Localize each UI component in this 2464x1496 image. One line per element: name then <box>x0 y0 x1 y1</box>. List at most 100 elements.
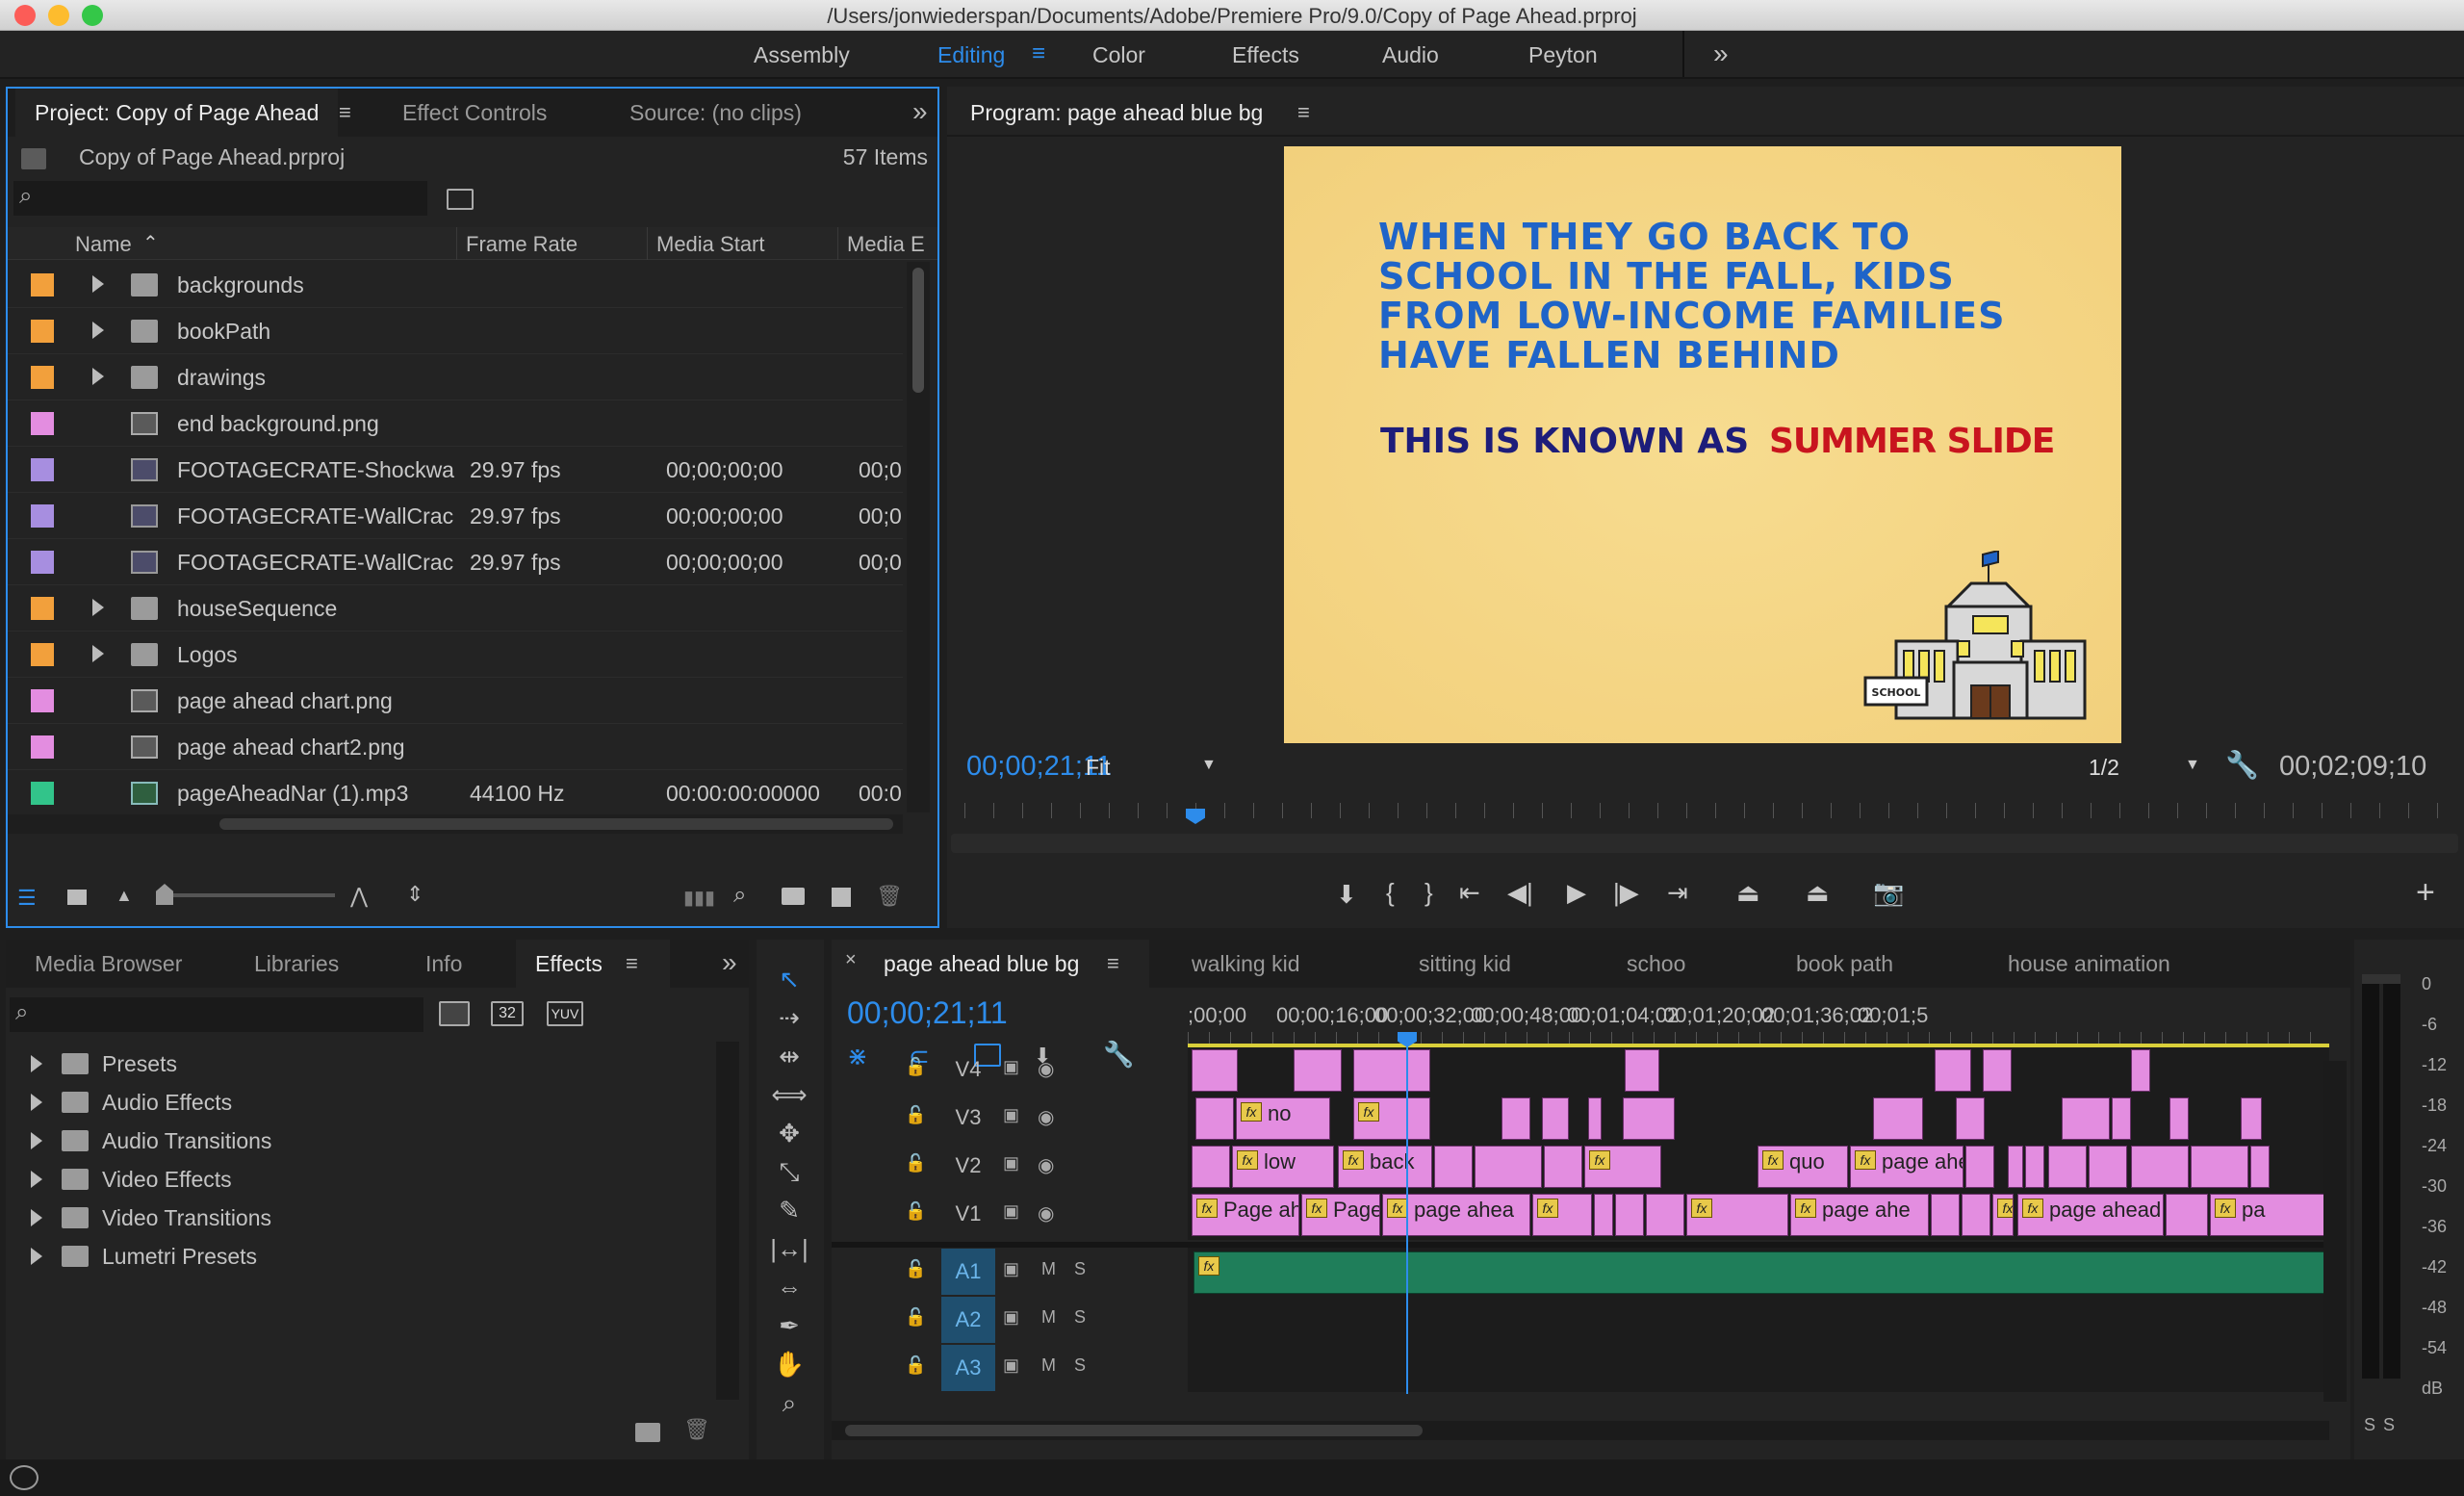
v1-clip[interactable]: fx <box>1532 1194 1592 1236</box>
workspace-color[interactable]: Color <box>1092 42 1145 68</box>
lock-icon[interactable]: 🔓 <box>905 1057 926 1077</box>
sort-icons-icon[interactable]: ⋀ <box>350 884 368 909</box>
sync-lock-icon[interactable]: ▣ <box>1003 1307 1019 1328</box>
label-color-swatch[interactable] <box>31 504 54 528</box>
zoom-slider-handle[interactable] <box>156 884 173 905</box>
sync-lock-icon[interactable]: ▣ <box>1003 1355 1019 1376</box>
v2-clip[interactable] <box>1965 1146 1994 1188</box>
slide-tool-icon[interactable]: |↔| <box>770 1234 808 1269</box>
project-item-row[interactable]: bookPath <box>8 308 903 354</box>
v1-clip[interactable] <box>2166 1194 2208 1236</box>
project-panel-menu-icon[interactable]: ≡ <box>339 100 351 125</box>
project-item-row[interactable]: Logos <box>8 632 903 678</box>
v1-clip[interactable]: fx page ahea <box>1382 1194 1530 1236</box>
lock-icon[interactable]: 🔓 <box>905 1259 926 1279</box>
v2-clip[interactable] <box>1192 1146 1230 1188</box>
label-color-swatch[interactable] <box>31 735 54 759</box>
solo-button[interactable]: S <box>1074 1259 1086 1279</box>
sort-order-icon[interactable]: ⇕ <box>406 882 424 907</box>
expand-triangle-icon[interactable] <box>92 645 104 662</box>
project-item-row[interactable]: houseSequence <box>8 585 903 632</box>
scrollbar-thumb[interactable] <box>219 818 893 830</box>
v2-clip[interactable]: fx back <box>1338 1146 1432 1188</box>
v3-clip[interactable] <box>2112 1097 2131 1140</box>
hand-tool-icon[interactable]: ✋ <box>770 1350 808 1384</box>
a1-clip[interactable]: fx <box>1194 1251 2325 1294</box>
tab-house-animation[interactable]: house animation <box>2008 951 2170 977</box>
project-vertical-scrollbar[interactable] <box>907 262 930 812</box>
new-item-icon[interactable] <box>832 888 851 907</box>
icon-view-icon[interactable] <box>67 890 87 905</box>
expand-triangle-icon[interactable] <box>31 1209 42 1226</box>
v4-clip[interactable] <box>1192 1049 1238 1092</box>
tab-book-path[interactable]: book path <box>1796 951 1893 977</box>
v1-clip[interactable]: fx pa <box>2210 1194 2329 1236</box>
project-item-row[interactable]: page ahead chart.png <box>8 678 903 724</box>
go-to-out-icon[interactable]: ⇥ <box>1667 878 1688 908</box>
track-select-tool-icon[interactable]: ⇢ <box>770 1003 808 1038</box>
workspace-assembly[interactable]: Assembly <box>754 42 850 68</box>
tab-sitting-kid[interactable]: sitting kid <box>1419 951 1511 977</box>
extract-icon[interactable]: ⏏ <box>1806 878 1830 908</box>
track-name[interactable]: A3 <box>941 1345 995 1391</box>
audio-track-header[interactable]: 🔓 A1 ▣ M S <box>832 1248 1184 1296</box>
v2-clip[interactable]: fx page ahe <box>1850 1146 1964 1188</box>
project-search-input[interactable]: ⌕ <box>13 181 427 216</box>
track-name[interactable]: A2 <box>941 1297 995 1343</box>
v1-clip[interactable]: fx page ahe <box>1790 1194 1929 1236</box>
tab-walking-kid[interactable]: walking kid <box>1192 951 1300 977</box>
v2-clip[interactable] <box>2048 1146 2087 1188</box>
rolling-edit-tool-icon[interactable]: ⟺ <box>770 1080 808 1115</box>
v3-clip[interactable] <box>1873 1097 1923 1140</box>
label-color-swatch[interactable] <box>31 782 54 805</box>
more-workspaces-icon[interactable]: » <box>1713 39 1729 69</box>
expand-triangle-icon[interactable] <box>31 1094 42 1111</box>
video-track-header[interactable]: 🔓 V4 ▣ ◉ <box>832 1045 1184 1094</box>
label-color-swatch[interactable] <box>31 597 54 620</box>
sync-lock-icon[interactable]: ▣ <box>1003 1259 1019 1279</box>
timeline-horizontal-scrollbar[interactable] <box>832 1421 2329 1440</box>
list-view-icon[interactable]: ☰ <box>17 886 37 911</box>
effects-search-input[interactable]: ⌕ <box>10 997 424 1032</box>
export-frame-camera-icon[interactable]: 📷 <box>1873 878 1904 908</box>
step-forward-icon[interactable]: |▶ <box>1613 878 1639 908</box>
video-track-header[interactable]: 🔓 V2 ▣ ◉ <box>832 1142 1184 1190</box>
project-item-row[interactable]: end background.png <box>8 400 903 447</box>
sort-ascending-icon[interactable]: ⌃ <box>142 231 159 255</box>
audio-track-header[interactable]: 🔓 A2 ▣ M S <box>832 1296 1184 1344</box>
mute-button[interactable]: M <box>1041 1259 1056 1279</box>
v4-clip[interactable] <box>1625 1049 1659 1092</box>
v4-clip[interactable] <box>1353 1049 1430 1092</box>
v1-clip[interactable] <box>1615 1194 1644 1236</box>
tab-effects[interactable]: Effects <box>516 940 670 988</box>
project-item-row[interactable]: backgrounds <box>8 262 903 308</box>
column-media-end[interactable]: Media E <box>847 232 925 257</box>
lock-icon[interactable]: 🔓 <box>905 1105 926 1125</box>
expand-triangle-icon[interactable] <box>92 368 104 385</box>
new-bin-icon[interactable] <box>782 888 805 905</box>
rate-stretch-tool-icon[interactable]: ✥ <box>770 1119 808 1153</box>
v2-clip[interactable] <box>1475 1146 1542 1188</box>
lock-icon[interactable]: 🔓 <box>905 1307 926 1328</box>
v4-clip[interactable] <box>1983 1049 2012 1092</box>
trash-icon[interactable]: 🗑 <box>683 1417 710 1442</box>
razor-tool-icon[interactable]: ⤡ <box>770 1157 808 1192</box>
lock-icon[interactable]: 🔓 <box>905 1153 926 1174</box>
button-editor-plus-icon[interactable]: + <box>2416 874 2435 912</box>
label-color-swatch[interactable] <box>31 689 54 712</box>
go-to-in-icon[interactable]: ⇤ <box>1459 878 1480 908</box>
program-zoom-scrollbar[interactable] <box>951 834 2458 853</box>
sync-lock-icon[interactable]: ▣ <box>1003 1105 1019 1125</box>
workspace-peyton[interactable]: Peyton <box>1528 42 1598 68</box>
v2-clip[interactable] <box>2250 1146 2270 1188</box>
v3-clip[interactable] <box>2062 1097 2110 1140</box>
sync-lock-icon[interactable]: ▣ <box>1003 1153 1019 1174</box>
eye-icon[interactable]: ◉ <box>1038 1057 1054 1081</box>
v4-clip[interactable] <box>2131 1049 2150 1092</box>
v2-clip[interactable]: fx low <box>1232 1146 1334 1188</box>
effects-scrollbar[interactable] <box>716 1042 739 1400</box>
v3-clip[interactable] <box>1502 1097 1530 1140</box>
timeline-vertical-scrollbar[interactable] <box>2323 1061 2347 1402</box>
v3-clip[interactable] <box>1542 1097 1569 1140</box>
v2-clip[interactable]: fx <box>1584 1146 1661 1188</box>
